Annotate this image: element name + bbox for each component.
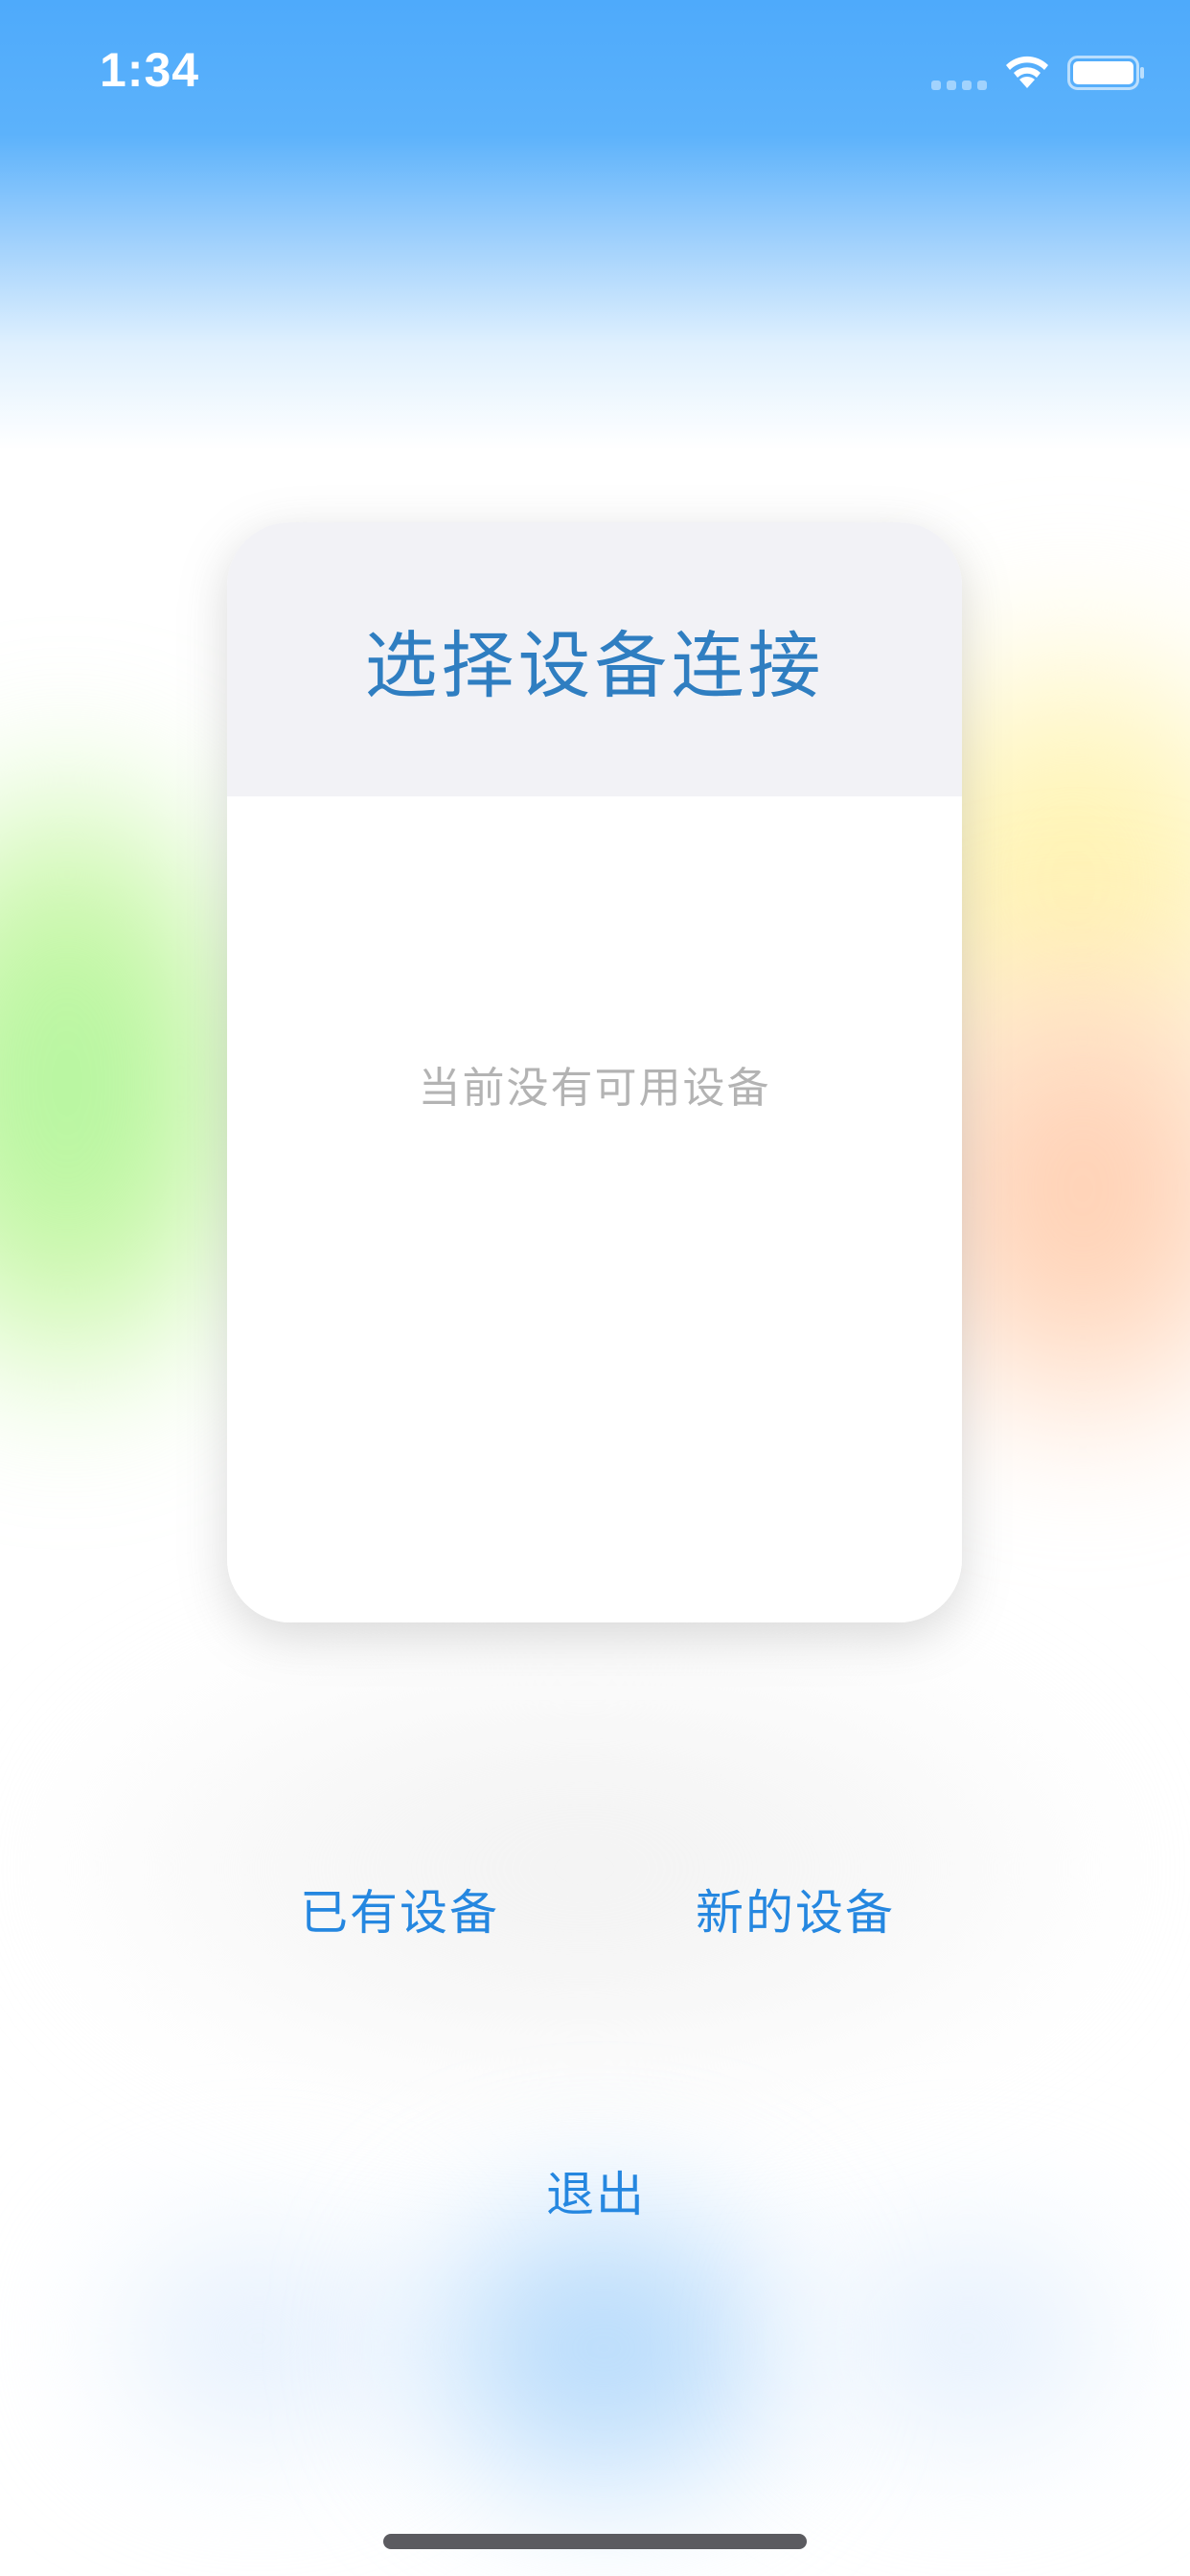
blue-glow-left (77, 2204, 441, 2472)
dialog-header: 选择设备连接 (227, 522, 962, 796)
existing-device-button[interactable]: 已有设备 (300, 1874, 499, 1944)
status-time: 1:34 (100, 43, 200, 97)
grey-glow (57, 1629, 1111, 2108)
dialog-title: 选择设备连接 (364, 623, 825, 708)
exit-button[interactable]: 退出 (546, 2156, 646, 2225)
blue-glow-center (402, 2185, 805, 2511)
home-indicator[interactable] (383, 2534, 807, 2549)
new-device-button[interactable]: 新的设备 (696, 1874, 895, 1944)
wifi-icon (1006, 56, 1048, 88)
blue-glow-right (786, 2204, 1150, 2472)
device-select-dialog: 选择设备连接 当前没有可用设备 (227, 522, 962, 1622)
device-list: 当前没有可用设备 (227, 796, 962, 1622)
signal-icon (931, 80, 987, 90)
empty-state-message: 当前没有可用设备 (418, 1064, 771, 1113)
status-bar: 1:34 (0, 0, 1190, 144)
battery-icon (1067, 56, 1144, 90)
